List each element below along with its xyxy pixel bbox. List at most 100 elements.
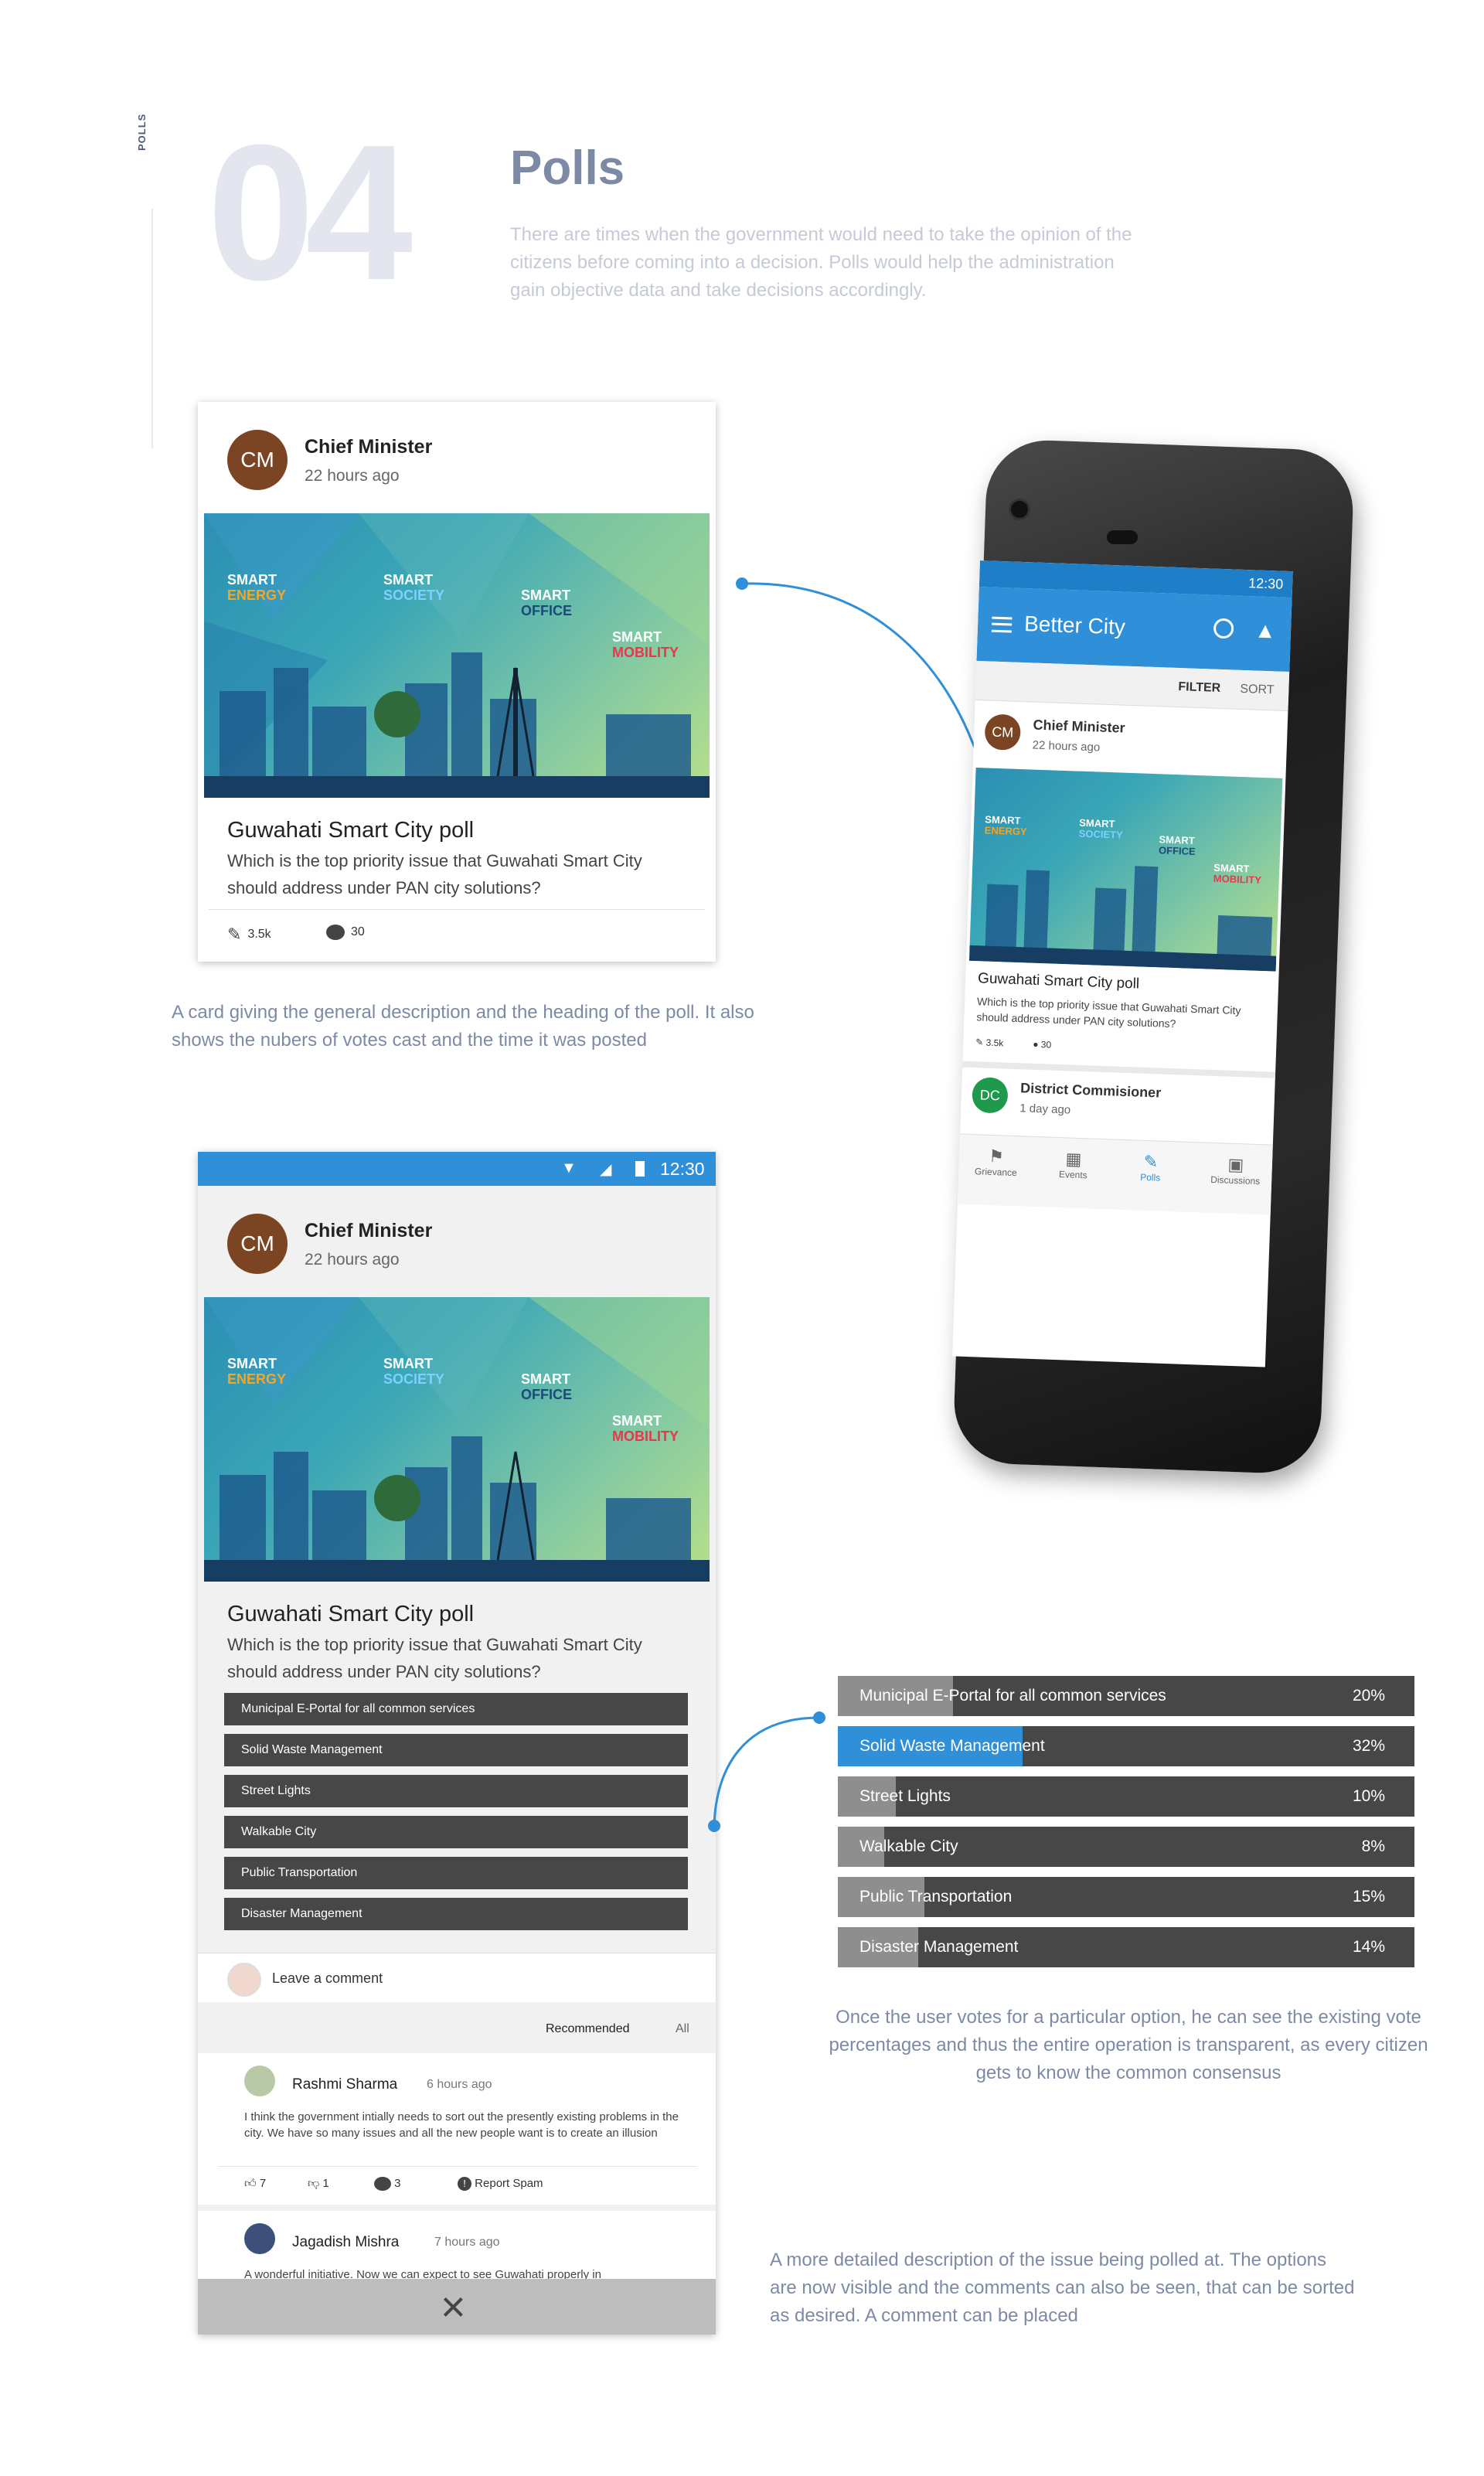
banner-energy: SMART ENERGY (985, 813, 1028, 837)
result-label: Walkable City (859, 1837, 958, 1855)
banner-office: SMART OFFICE (521, 587, 572, 618)
comment-card: Jagadish Mishra 7 hours ago A wonderful … (198, 2211, 716, 2288)
banner-society-line2: SOCIETY (383, 1371, 445, 1387)
comments-count: ● 30 (1033, 1039, 1051, 1051)
banner-office: SMART OFFICE (1158, 833, 1196, 857)
nav-label: Events (1058, 1169, 1087, 1181)
result-percent: 32% (1352, 1737, 1385, 1755)
pencil-icon: ✎ (975, 1037, 984, 1048)
banner-society-line1: SMART (383, 572, 433, 587)
result-percent: 14% (1352, 1938, 1385, 1956)
result-label: Public Transportation (859, 1888, 1013, 1906)
sort-button[interactable]: SORT (1240, 683, 1275, 698)
menu-icon[interactable] (991, 616, 1013, 633)
poll-option[interactable]: Walkable City (224, 1816, 688, 1848)
author-name: District Commisioner (1019, 1080, 1162, 1101)
votes-count: ✎ 3.5k (975, 1037, 1004, 1048)
banner-mobility-line2: MOBILITY (612, 645, 679, 660)
caption-results: Once the user votes for a particular opt… (829, 2007, 1428, 2083)
comment-box[interactable]: Leave a comment (198, 1953, 716, 2004)
votes-value: 3.5k (247, 928, 271, 941)
bell-icon[interactable]: ▲ (1254, 618, 1277, 643)
banner-mobility-line1: SMART (612, 1413, 662, 1429)
close-bar[interactable]: × (198, 2279, 716, 2335)
comment-bubble-icon (326, 925, 345, 940)
comments-count[interactable]: 30 (326, 925, 365, 940)
comment-text: I think the government intially needs to… (244, 2110, 679, 2140)
phone-camera (1009, 499, 1030, 520)
banner-energy-line2: ENERGY (227, 1371, 287, 1387)
comment-time: 6 hours ago (427, 2078, 492, 2091)
reply-button[interactable]: 3 (374, 2177, 401, 2192)
result-label: Street Lights (859, 1787, 951, 1805)
poll-description: Which is the top priority issue that Guw… (227, 1635, 642, 1681)
comments-value: 30 (1040, 1039, 1052, 1051)
wifi-icon: ▼ (561, 1160, 577, 1177)
banner-office-line2: OFFICE (521, 1387, 572, 1402)
comment-placeholder: Leave a comment (272, 1970, 383, 1986)
poll-option[interactable]: Disaster Management (224, 1898, 688, 1930)
result-bar: Public Transportation 15% (838, 1877, 1414, 1917)
like-button[interactable]: 👍︎ 7 (244, 2177, 266, 2191)
comment-bubble-icon (374, 2177, 391, 2192)
search-icon[interactable] (1213, 618, 1234, 639)
result-percent: 10% (1352, 1787, 1385, 1805)
app-title: Better City (1023, 611, 1126, 639)
divider (962, 1061, 1276, 1078)
poll-option[interactable]: Solid Waste Management (224, 1734, 688, 1766)
poll-card[interactable]: CM Chief Minister 22 hours ago SMART ENE… (198, 402, 716, 962)
poll-title: Guwahati Smart City poll (227, 1602, 475, 1626)
calendar-icon: ▦ (1065, 1149, 1082, 1170)
banner-society-line1: SMART (383, 1356, 433, 1371)
author-name: Chief Minister (1033, 717, 1125, 736)
section-title: Polls (510, 141, 625, 195)
banner-mobility-line2: MOBILITY (1213, 872, 1262, 886)
result-bar: Disaster Management 14% (838, 1927, 1414, 1967)
status-bar: ▼ ◢ 12:30 (198, 1152, 716, 1186)
nav-events[interactable]: ▦ Events (1050, 1149, 1097, 1181)
nav-discussions[interactable]: ▣ Discussions (1204, 1154, 1267, 1187)
banner-society-line2: SOCIETY (1078, 827, 1124, 841)
report-spam-button[interactable]: ! Report Spam (458, 2177, 543, 2191)
result-bar: Solid Waste Management 32% (838, 1726, 1414, 1766)
avatar (244, 2066, 275, 2096)
poll-detail-screen: ▼ ◢ 12:30 CM Chief Minister 22 hours ago… (198, 1152, 716, 2335)
banner-mobility-line1: SMART (612, 629, 662, 645)
banner-energy-line1: SMART (227, 1356, 277, 1371)
pencil-icon: ✎ (227, 925, 242, 944)
poll-option[interactable]: Municipal E-Portal for all common servic… (224, 1693, 688, 1725)
phone-speaker (1107, 530, 1138, 544)
thumbs-up-icon: 👍︎ (244, 2177, 257, 2190)
tab-recommended[interactable]: Recommended (546, 2022, 630, 2036)
poll-title: Guwahati Smart City poll (977, 970, 1140, 993)
nav-polls[interactable]: ✎ Polls (1127, 1151, 1174, 1184)
grievance-icon: ⚑ (988, 1146, 1005, 1166)
result-percent: 15% (1352, 1888, 1385, 1906)
banner-society: SMART SOCIETY (383, 1356, 444, 1387)
poll-option[interactable]: Street Lights (224, 1775, 688, 1807)
comment-card: Rashmi Sharma 6 hours ago I think the go… (198, 2053, 716, 2205)
nav-label: Grievance (974, 1166, 1017, 1179)
dislike-button[interactable]: 👎︎ 1 (308, 2177, 329, 2191)
result-bar: Walkable City 8% (838, 1827, 1414, 1867)
banner-office-line2: OFFICE (1158, 844, 1196, 857)
comment-bubble-icon: ● (1032, 1038, 1039, 1051)
banner-mobility: SMART MOBILITY (612, 1413, 679, 1444)
votes-count: ✎ 3.5k (227, 925, 271, 945)
banner-energy: SMART ENERGY (227, 1356, 286, 1387)
connector-line (736, 577, 992, 787)
banner-energy-line1: SMART (227, 572, 277, 587)
divider (218, 2166, 697, 2167)
nav-grievance[interactable]: ⚑ Grievance (972, 1146, 1019, 1178)
result-label: Disaster Management (859, 1938, 1019, 1956)
avatar (244, 2223, 275, 2254)
post-time: 22 hours ago (305, 467, 400, 485)
filter-button[interactable]: FILTER (1178, 680, 1220, 696)
comment-author: Jagadish Mishra (292, 2234, 400, 2250)
close-icon[interactable]: × (441, 2284, 466, 2330)
poll-option[interactable]: Public Transportation (224, 1857, 688, 1889)
avatar: CM (984, 714, 1022, 751)
tab-all[interactable]: All (676, 2022, 689, 2036)
caption-detail: A more detailed description of the issue… (770, 2250, 1355, 2326)
result-percent: 8% (1361, 1837, 1385, 1855)
